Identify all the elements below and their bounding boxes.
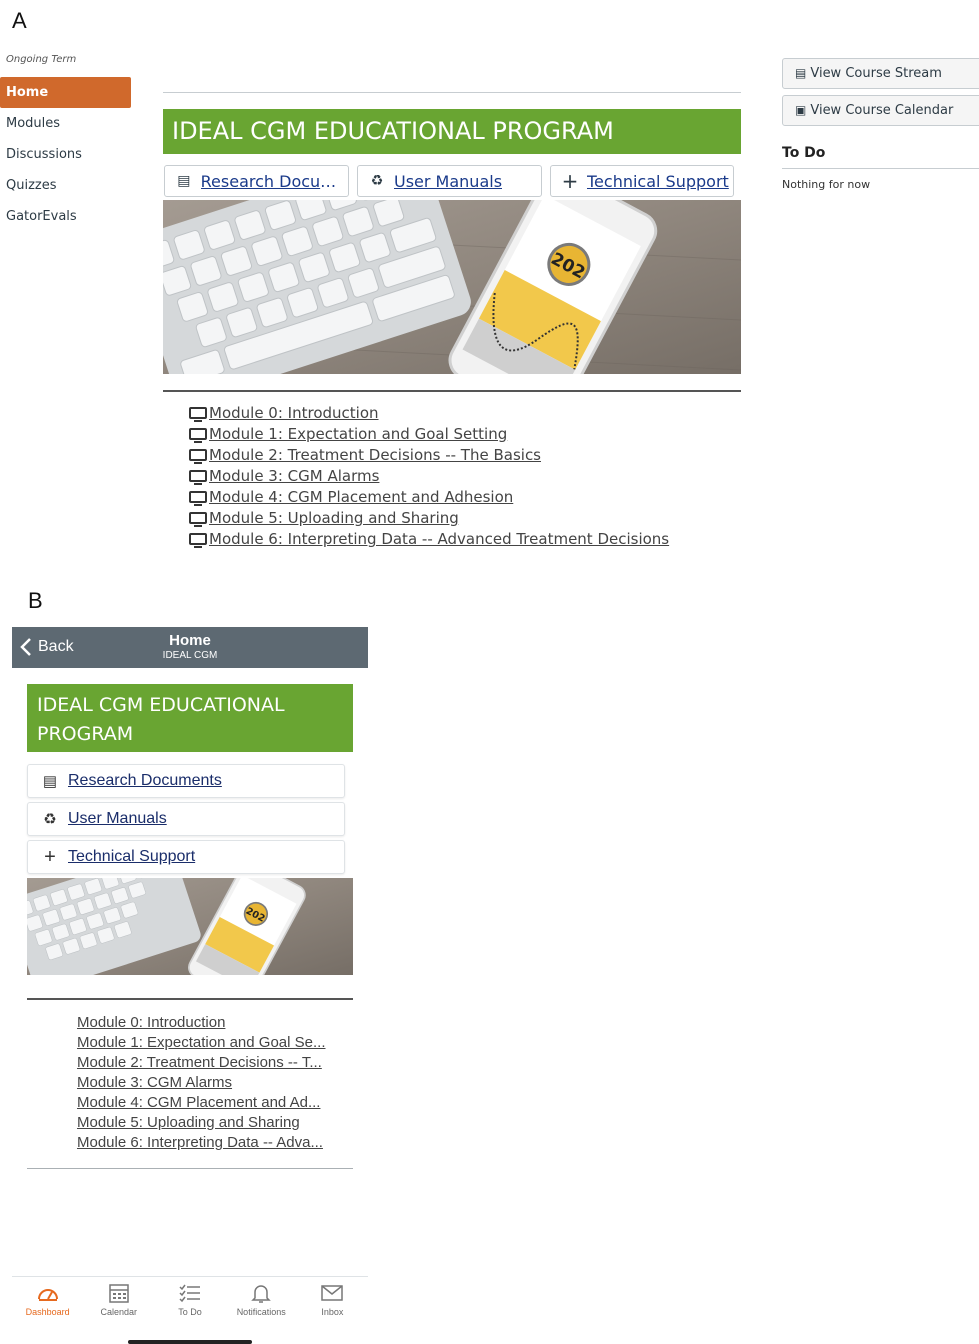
back-label: Back bbox=[38, 638, 74, 655]
mobile-module-link-4[interactable]: Module 4: CGM Placement and Ad... bbox=[77, 1093, 351, 1113]
view-course-calendar-button[interactable]: ▣ View Course Calendar bbox=[782, 95, 979, 126]
document-icon: ▤ bbox=[177, 173, 191, 189]
research-documents-button[interactable]: ▤ Research Docum... bbox=[164, 165, 349, 197]
modules-divider bbox=[163, 390, 741, 392]
nav-item-home[interactable]: Home bbox=[0, 77, 131, 108]
mobile-module-link-6[interactable]: Module 6: Interpreting Data -- Adva... bbox=[77, 1133, 351, 1153]
monitor-icon bbox=[189, 491, 207, 506]
tab-notifications-label: Notifications bbox=[236, 1307, 286, 1317]
tab-calendar[interactable]: Calendar bbox=[83, 1277, 154, 1327]
tab-todo[interactable]: To Do bbox=[154, 1277, 225, 1327]
mobile-user-manuals-label: User Manuals bbox=[68, 810, 167, 827]
mobile-module-link-0[interactable]: Module 0: Introduction bbox=[77, 1013, 351, 1033]
monitor-icon bbox=[189, 449, 207, 464]
technical-support-button[interactable]: + Technical Support bbox=[550, 165, 734, 197]
mobile-banner-line2: PROGRAM bbox=[37, 723, 134, 745]
recycle-icon: ♻ bbox=[370, 173, 384, 189]
module-link-2[interactable]: Module 2: Treatment Decisions -- The Bas… bbox=[189, 445, 709, 466]
back-button[interactable]: Back bbox=[20, 635, 74, 659]
mobile-banner-line1: IDEAL CGM EDUCATIONAL bbox=[37, 694, 285, 716]
nav-item-gatorevals[interactable]: GatorEvals bbox=[0, 201, 131, 232]
module-list: Module 0: Introduction Module 1: Expecta… bbox=[189, 403, 709, 550]
module-label: Module 5: Uploading and Sharing bbox=[209, 509, 459, 527]
course-nav: Home Modules Discussions Quizzes GatorEv… bbox=[0, 77, 131, 232]
module-label: Module 1: Expectation and Goal Setting bbox=[209, 425, 508, 443]
user-manuals-label: User Manuals bbox=[394, 171, 503, 191]
research-documents-label: Research Docum... bbox=[200, 171, 348, 191]
module-label: Module 4: CGM Placement and Adhesion bbox=[209, 488, 514, 506]
mobile-page-title: Home bbox=[169, 632, 211, 649]
monitor-icon bbox=[189, 470, 207, 485]
mobile-banner-title: IDEAL CGM EDUCATIONAL PROGRAM bbox=[27, 684, 353, 752]
nav-item-modules[interactable]: Modules bbox=[0, 108, 131, 139]
term-label: Ongoing Term bbox=[6, 54, 77, 65]
mobile-module-list: Module 0: Introduction Module 1: Expecta… bbox=[77, 1013, 351, 1153]
tab-dashboard-label: Dashboard bbox=[25, 1307, 70, 1317]
view-course-stream-button[interactable]: ▤ View Course Stream bbox=[782, 58, 979, 89]
chevron-left-icon bbox=[20, 638, 31, 656]
panel-b-label: B bbox=[28, 588, 43, 613]
mobile-user-manuals-button[interactable]: ♻ User Manuals bbox=[27, 802, 345, 836]
nav-item-quizzes[interactable]: Quizzes bbox=[0, 170, 131, 201]
plus-icon: + bbox=[44, 845, 56, 868]
document-icon: ▤ bbox=[42, 773, 58, 790]
mobile-technical-support-label: Technical Support bbox=[68, 848, 196, 865]
mobile-page-subtitle: IDEAL CGM bbox=[162, 650, 218, 661]
envelope-icon bbox=[321, 1285, 344, 1301]
tab-calendar-label: Calendar bbox=[100, 1307, 138, 1317]
user-manuals-button[interactable]: ♻ User Manuals bbox=[357, 165, 542, 197]
module-link-6[interactable]: Module 6: Interpreting Data -- Advanced … bbox=[189, 529, 709, 550]
bell-icon bbox=[251, 1285, 272, 1303]
chart-icon: ▤ bbox=[795, 66, 807, 80]
tab-inbox[interactable]: Inbox bbox=[297, 1277, 368, 1327]
view-course-stream-label: View Course Stream bbox=[810, 66, 942, 81]
tab-todo-label: To Do bbox=[178, 1307, 202, 1317]
monitor-icon bbox=[189, 533, 207, 548]
mobile-technical-support-button[interactable]: + Technical Support bbox=[27, 840, 345, 874]
mobile-module-link-1[interactable]: Module 1: Expectation and Goal Se... bbox=[77, 1033, 351, 1053]
monitor-icon bbox=[189, 428, 207, 443]
mobile-module-link-3[interactable]: Module 3: CGM Alarms bbox=[77, 1073, 351, 1093]
view-course-calendar-label: View Course Calendar bbox=[810, 103, 954, 118]
calendar-icon: ▣ bbox=[795, 103, 807, 117]
todo-divider bbox=[782, 168, 979, 169]
plus-icon: + bbox=[561, 169, 579, 193]
technical-support-label: Technical Support bbox=[587, 171, 729, 191]
module-label: Module 0: Introduction bbox=[209, 404, 379, 422]
module-label: Module 2: Treatment Decisions -- The Bas… bbox=[209, 446, 541, 464]
monitor-icon bbox=[189, 407, 207, 422]
module-link-5[interactable]: Module 5: Uploading and Sharing bbox=[189, 508, 709, 529]
mobile-header: Back Home IDEAL CGM bbox=[12, 627, 368, 668]
module-link-4[interactable]: Module 4: CGM Placement and Adhesion bbox=[189, 487, 709, 508]
hero-image: 202 bbox=[163, 200, 741, 374]
todo-empty-text: Nothing for now bbox=[782, 178, 871, 191]
mobile-module-link-5[interactable]: Module 5: Uploading and Sharing bbox=[77, 1113, 351, 1133]
dashboard-icon bbox=[37, 1289, 58, 1301]
todo-heading: To Do bbox=[782, 145, 826, 161]
mobile-research-documents-label: Research Documents bbox=[68, 772, 222, 789]
course-banner-title: IDEAL CGM EDUCATIONAL PROGRAM bbox=[163, 109, 741, 154]
module-label: Module 6: Interpreting Data -- Advanced … bbox=[209, 530, 670, 548]
home-indicator bbox=[128, 1340, 252, 1344]
todo-list-icon bbox=[179, 1284, 200, 1303]
monitor-icon bbox=[189, 512, 207, 527]
mobile-hero-image: 202 bbox=[27, 878, 353, 975]
nav-item-discussions[interactable]: Discussions bbox=[0, 139, 131, 170]
mobile-tab-bar: Dashboard Calendar To Do Notifications I… bbox=[12, 1276, 368, 1327]
module-link-0[interactable]: Module 0: Introduction bbox=[189, 403, 709, 424]
module-label: Module 3: CGM Alarms bbox=[209, 467, 380, 485]
tab-inbox-label: Inbox bbox=[321, 1307, 344, 1317]
tab-dashboard[interactable]: Dashboard bbox=[12, 1277, 83, 1327]
module-link-1[interactable]: Module 1: Expectation and Goal Setting bbox=[189, 424, 709, 445]
mobile-module-link-2[interactable]: Module 2: Treatment Decisions -- T... bbox=[77, 1053, 351, 1073]
calendar-icon bbox=[109, 1284, 129, 1303]
top-divider bbox=[163, 92, 741, 93]
module-link-3[interactable]: Module 3: CGM Alarms bbox=[189, 466, 709, 487]
tab-notifications[interactable]: Notifications bbox=[226, 1277, 297, 1327]
recycle-icon: ♻ bbox=[43, 811, 57, 828]
panel-a-label: A bbox=[12, 8, 27, 33]
mobile-modules-divider bbox=[27, 998, 353, 1000]
mobile-research-documents-button[interactable]: ▤ Research Documents bbox=[27, 764, 345, 798]
mobile-bottom-divider bbox=[27, 1168, 353, 1169]
